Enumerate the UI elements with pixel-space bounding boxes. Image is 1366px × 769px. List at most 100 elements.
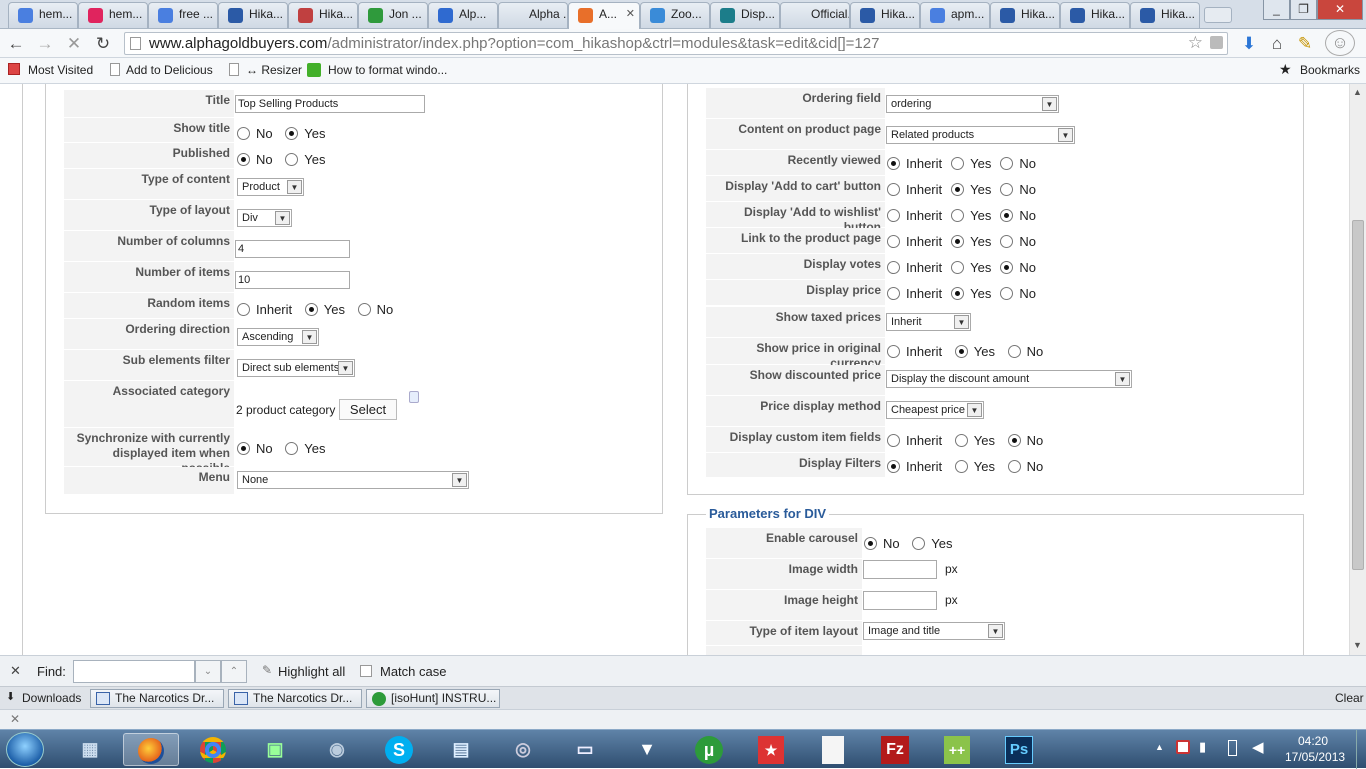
taskbar-document-icon[interactable]: ▭ [557, 733, 613, 766]
original-currency-no-radio[interactable] [1007, 345, 1021, 358]
custom-fields-yes-radio[interactable] [954, 434, 968, 447]
filters-yes-radio[interactable] [954, 460, 968, 473]
number-of-columns-input[interactable]: 4 [235, 240, 350, 258]
show-title-yes-radio[interactable] [285, 127, 299, 140]
add-to-cart-no-radio[interactable] [1000, 183, 1014, 196]
taskbar-utorrent-icon[interactable]: µ [681, 733, 737, 766]
clock-time[interactable]: 04:20 [1298, 734, 1328, 748]
filters-inherit-radio[interactable] [887, 460, 900, 473]
add-to-cart-yes-radio[interactable] [951, 183, 965, 196]
display-votes-no-radio[interactable] [1000, 261, 1014, 274]
minimize-button[interactable]: _ [1263, 0, 1290, 20]
display-price-yes-radio[interactable] [951, 287, 965, 300]
restore-button[interactable]: ❐ [1290, 0, 1317, 20]
published-yes-radio[interactable] [285, 153, 299, 166]
forward-icon[interactable]: → [33, 32, 57, 56]
browser-tab[interactable]: apm... [920, 2, 990, 28]
show-desktop-button[interactable] [1356, 730, 1366, 769]
scroll-down-arrow-icon[interactable]: ▼ [1353, 640, 1362, 650]
display-price-inherit-radio[interactable] [887, 287, 900, 300]
clear-downloads-button[interactable]: Clear [1335, 691, 1364, 705]
ordering-field-select[interactable]: ordering ▼ [886, 95, 1059, 113]
match-case-label[interactable]: Match case [380, 664, 446, 679]
carousel-yes-radio[interactable] [912, 537, 926, 550]
clock-date[interactable]: 17/05/2013 [1285, 750, 1345, 764]
close-status-icon[interactable]: ✕ [10, 712, 20, 726]
trash-icon[interactable] [409, 391, 419, 403]
bookmark-how-to-format[interactable]: How to format windo... [328, 63, 447, 77]
browser-tab[interactable]: A... ✕ [568, 2, 640, 30]
match-case-checkbox[interactable] [360, 665, 372, 677]
random-items-inherit-radio[interactable] [237, 303, 250, 316]
tray-shield-icon[interactable] [1176, 740, 1190, 754]
random-items-yes-radio[interactable] [304, 303, 318, 316]
synchronize-yes-radio[interactable] [285, 442, 299, 455]
page-scrollbar[interactable]: ▲ ▼ [1349, 84, 1366, 655]
new-tab-button[interactable] [1204, 7, 1232, 23]
browser-tab[interactable]: hem... [78, 2, 148, 28]
back-icon[interactable]: ← [4, 32, 28, 56]
download-item-3[interactable]: [isoHunt] INSTRU... [366, 689, 500, 708]
link-product-page-inherit-radio[interactable] [887, 235, 900, 248]
image-width-input[interactable] [863, 560, 937, 579]
price-display-method-select[interactable]: Cheapest price ▼ [886, 401, 984, 419]
menu-select[interactable]: None ▼ [237, 471, 469, 489]
random-items-no-radio[interactable] [357, 303, 371, 316]
highlight-all-button[interactable]: Highlight all [278, 664, 345, 679]
address-bar[interactable]: www.alphagoldbuyers.com/administrator/in… [124, 32, 1228, 55]
home-icon[interactable]: ⌂ [1265, 32, 1289, 56]
ordering-direction-select[interactable]: Ascending ▼ [237, 328, 319, 346]
scroll-thumb[interactable] [1352, 220, 1364, 570]
browser-tab[interactable]: Hika... [850, 2, 920, 28]
display-votes-inherit-radio[interactable] [887, 261, 900, 274]
download-item-1[interactable]: The Narcotics Dr... [90, 689, 224, 708]
download-item-2[interactable]: The Narcotics Dr... [228, 689, 362, 708]
image-height-input[interactable] [863, 591, 937, 610]
download-icon[interactable]: ⬇ [1237, 32, 1261, 56]
browser-tab[interactable]: Zoo... [640, 2, 710, 28]
taskbar-network-icon[interactable]: ▣ [247, 733, 303, 766]
item-layout-select[interactable]: Image and title ▼ [863, 622, 1005, 640]
add-to-cart-inherit-radio[interactable] [887, 183, 900, 196]
browser-tab[interactable]: Official... [780, 2, 850, 28]
star-icon[interactable]: ☆ [1188, 32, 1203, 53]
content-on-product-page-select[interactable]: Related products ▼ [886, 126, 1075, 144]
link-product-page-no-radio[interactable] [1000, 235, 1014, 248]
published-no-radio[interactable] [237, 153, 250, 166]
find-next-button[interactable]: ⌄ [195, 660, 221, 683]
tray-volume-icon[interactable]: ◀ [1252, 738, 1264, 756]
add-to-wishlist-no-radio[interactable] [1000, 209, 1014, 222]
number-of-items-input[interactable]: 10 [235, 271, 350, 289]
original-currency-yes-radio[interactable] [954, 345, 968, 358]
custom-fields-no-radio[interactable] [1007, 434, 1021, 447]
tray-battery-icon[interactable] [1228, 740, 1237, 756]
browser-tab[interactable]: Alpha ... [498, 2, 568, 28]
downloads-button[interactable]: Downloads [22, 691, 81, 705]
browser-tab[interactable]: Disp... [710, 2, 780, 28]
original-currency-inherit-radio[interactable] [887, 345, 900, 358]
taskbar-chrome-icon[interactable] [185, 733, 241, 766]
bookmark-resizer[interactable]: ↔ Resizer [246, 63, 302, 77]
browser-tab[interactable]: Hika... [1130, 2, 1200, 28]
taskbar-firefox-icon[interactable] [123, 733, 179, 766]
show-discounted-price-select[interactable]: Display the discount amount ▼ [886, 370, 1132, 388]
taskbar-foxit-icon[interactable]: ▼ [619, 733, 675, 766]
taskbar-thunderbird-icon[interactable]: ◉ [309, 733, 365, 766]
scroll-up-arrow-icon[interactable]: ▲ [1353, 87, 1362, 97]
account-icon[interactable]: ☺ [1325, 30, 1355, 56]
close-find-icon[interactable]: ✕ [10, 663, 21, 679]
select-category-button[interactable]: Select [339, 399, 397, 420]
recently-viewed-yes-radio[interactable] [951, 157, 965, 170]
taskbar-resource-monitor-icon[interactable]: ▦ [62, 733, 118, 766]
link-product-page-yes-radio[interactable] [951, 235, 965, 248]
site-info-icon[interactable] [1210, 36, 1223, 49]
find-previous-button[interactable]: ⌃ [221, 660, 247, 683]
taskbar-ring-icon[interactable]: ◎ [495, 733, 551, 766]
taskbar-blank-file-icon[interactable] [805, 733, 861, 766]
pen-icon[interactable]: ✎ [1293, 32, 1317, 56]
close-window-button[interactable]: ✕ [1317, 0, 1363, 20]
browser-tab[interactable]: hem... [8, 2, 78, 28]
bookmark-add-to-delicious[interactable]: Add to Delicious [126, 63, 213, 77]
taskbar-bookmark-app-icon[interactable]: ★ [743, 733, 799, 766]
add-to-wishlist-yes-radio[interactable] [951, 209, 965, 222]
